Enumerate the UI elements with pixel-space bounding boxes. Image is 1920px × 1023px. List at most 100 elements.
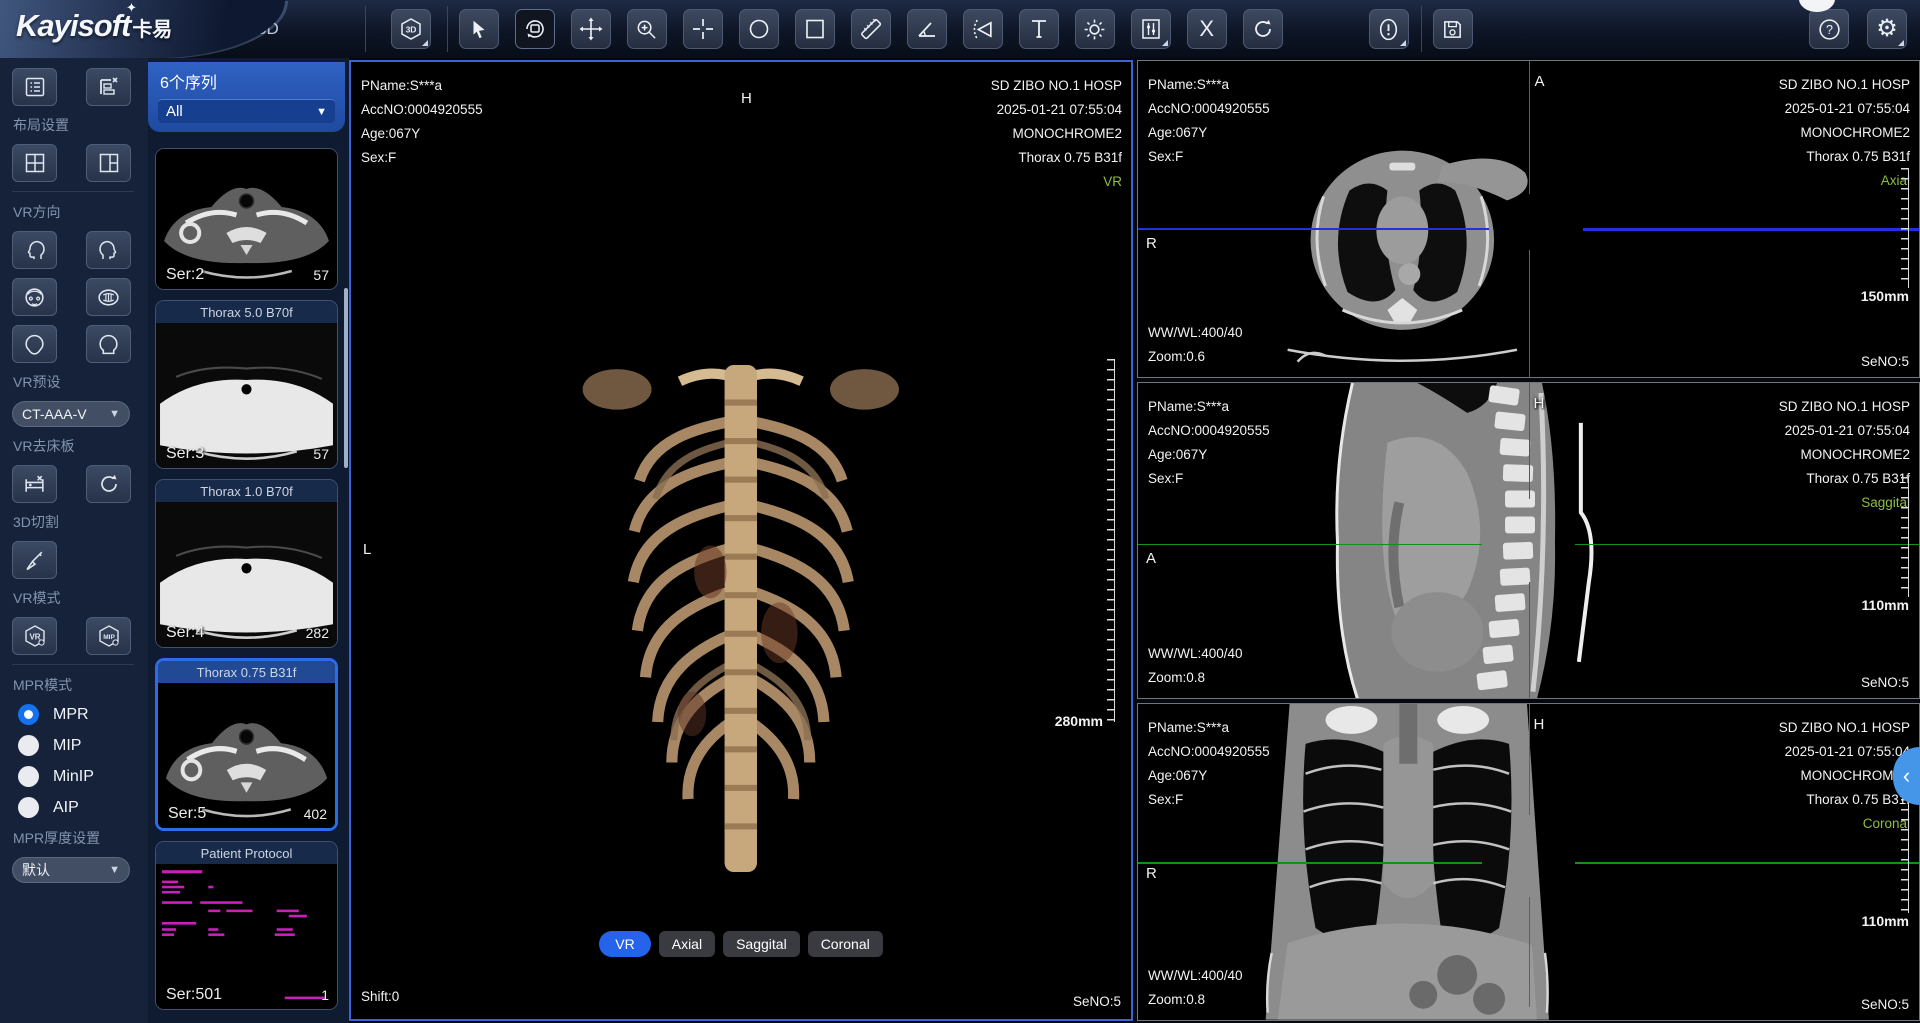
- radio-icon: [18, 735, 39, 756]
- crosshair-tool-button[interactable]: [683, 9, 723, 49]
- cursor-icon: [468, 18, 490, 40]
- ruler-tool-button[interactable]: [851, 9, 891, 49]
- cut-3d-button[interactable]: [12, 541, 57, 579]
- vr-head-front-button[interactable]: [12, 325, 57, 363]
- dropdown-corner: [1400, 40, 1406, 46]
- mpr-thickness-select[interactable]: 默认 ▼: [12, 857, 130, 883]
- vr-button[interactable]: VR: [599, 931, 650, 957]
- brightness-tool-button[interactable]: [1075, 9, 1115, 49]
- toolbar-separator: [447, 6, 448, 52]
- series-item-501[interactable]: Patient Protocol: [155, 841, 338, 1010]
- image-count: 57: [313, 446, 329, 462]
- layout-split-button[interactable]: [86, 144, 131, 182]
- cursor-tool-button[interactable]: [459, 9, 499, 49]
- series-number: Ser:2: [166, 266, 204, 284]
- vr-head-left-button[interactable]: [12, 231, 57, 269]
- crosshair-vertical[interactable]: [1529, 250, 1531, 376]
- axial-viewport[interactable]: PName:S***a AccNO:0004920555 Age:067Y Se…: [1137, 60, 1920, 378]
- series-item-4[interactable]: Thorax 1.0 B70f Ser:4 282: [155, 479, 338, 648]
- close-tool-button[interactable]: X: [1187, 9, 1227, 49]
- crosshair-horizontal[interactable]: [1138, 544, 1482, 546]
- vr-mode-button[interactable]: VR: [12, 617, 57, 655]
- vr-head-top-button[interactable]: [12, 278, 57, 316]
- vr-preset-select[interactable]: CT-AAA-V ▼: [12, 401, 130, 427]
- layout-grid-button[interactable]: [12, 144, 57, 182]
- crosshair-vertical[interactable]: [1529, 704, 1531, 814]
- viewer-app: ✦ Kayisoft卡易 3D 3D: [0, 0, 1920, 1023]
- series-item-3[interactable]: Thorax 5.0 B70f Ser:3 57: [155, 300, 338, 469]
- window-level-value: WW/WL:400/40: [1148, 321, 1243, 345]
- mpr-mode-radio-aip[interactable]: AIP: [18, 797, 148, 818]
- mpr-mode-radio-minip[interactable]: MinIP: [18, 766, 148, 787]
- bed-reset-button[interactable]: [86, 465, 131, 503]
- scale-ruler: [1901, 168, 1909, 288]
- orientation-marker-left: A: [1146, 550, 1156, 567]
- patient-name: PName:S***a: [1148, 716, 1270, 740]
- series-title: Thorax 1.0 B70f: [156, 480, 337, 502]
- text-icon: [1027, 17, 1051, 41]
- crosshair-horizontal[interactable]: [1575, 862, 1919, 864]
- angle-tool-button[interactable]: [907, 9, 947, 49]
- series-description: Thorax 0.75 B31f: [991, 146, 1122, 170]
- patient-accno: AccNO:0004920555: [1148, 97, 1270, 121]
- rotate-3d-tool-button[interactable]: [515, 9, 555, 49]
- cobb-angle-tool-button[interactable]: [963, 9, 1003, 49]
- coronal-button[interactable]: Coronal: [808, 931, 883, 957]
- image-count: 282: [306, 625, 329, 641]
- crosshair-horizontal[interactable]: [1575, 544, 1919, 546]
- crosshair-horizontal[interactable]: [1138, 228, 1489, 230]
- series-scrollbar[interactable]: [344, 288, 348, 468]
- zoom-tool-button[interactable]: [627, 9, 667, 49]
- image-count: 1: [321, 987, 329, 1003]
- series-number: Ser:3: [166, 445, 204, 463]
- crosshair-horizontal[interactable]: [1138, 862, 1482, 864]
- ellipse-tool-button[interactable]: [739, 9, 779, 49]
- vr-hexagon-icon: VR: [22, 623, 48, 649]
- alert-tool-button[interactable]: [1369, 9, 1409, 49]
- window-level-tool-button[interactable]: [1131, 9, 1171, 49]
- chevron-down-icon: ▼: [109, 864, 120, 876]
- crosshair-vertical[interactable]: [1529, 582, 1531, 699]
- series-item-5-selected[interactable]: Thorax 0.75 B31f Ser:5 402: [155, 658, 338, 831]
- text-tool-button[interactable]: [1019, 9, 1059, 49]
- series-item-2[interactable]: Ser:2 57: [155, 148, 338, 290]
- crosshair-vertical[interactable]: [1529, 61, 1531, 194]
- hospital-name: SD ZIBO NO.1 HOSP: [1779, 73, 1910, 97]
- hospital-name: SD ZIBO NO.1 HOSP: [1779, 395, 1910, 419]
- coronal-viewport[interactable]: PName:S***a AccNO:0004920555 Age:067Y Se…: [1137, 703, 1920, 1021]
- saggital-button[interactable]: Saggital: [723, 931, 800, 957]
- view-type-label: VR: [991, 170, 1122, 194]
- photometric: MONOCHROME2: [991, 122, 1122, 146]
- vr-rendering-image[interactable]: [538, 311, 944, 914]
- mpr-mode-radio-mpr[interactable]: MPR: [18, 704, 148, 725]
- crosshair-horizontal[interactable]: [1583, 228, 1919, 230]
- vr-head-right-button[interactable]: [86, 231, 131, 269]
- vr-head-bottom-button[interactable]: [86, 278, 131, 316]
- crosshair-vertical[interactable]: [1529, 383, 1531, 500]
- mpr-column: PName:S***a AccNO:0004920555 Age:067Y Se…: [1137, 60, 1920, 1021]
- pan-tool-button[interactable]: [571, 9, 611, 49]
- settings-button[interactable]: ⚙: [1867, 9, 1907, 49]
- volume-3d-button[interactable]: 3D: [391, 9, 431, 49]
- patient-info-block: PName:S***a AccNO:0004920555 Age:067Y Se…: [1148, 716, 1270, 812]
- series-number-label: SeNO:5: [1073, 994, 1121, 1009]
- scale-value: 150mm: [1861, 288, 1909, 304]
- vr-viewport[interactable]: PName:S***a AccNO:0004920555 Age:067Y Se…: [349, 60, 1133, 1021]
- mip-mode-button[interactable]: MIP: [86, 617, 131, 655]
- saggital-viewport[interactable]: PName:S***a AccNO:0004920555 Age:067Y Se…: [1137, 382, 1920, 700]
- vr-head-back-button[interactable]: [86, 325, 131, 363]
- series-filter-select[interactable]: All ▼: [158, 99, 335, 123]
- layout-list-button[interactable]: [12, 68, 57, 106]
- layout-close-button[interactable]: [86, 68, 131, 106]
- help-button[interactable]: ?: [1809, 9, 1849, 49]
- patient-name: PName:S***a: [1148, 73, 1270, 97]
- reset-tool-button[interactable]: [1243, 9, 1283, 49]
- save-tool-button[interactable]: [1433, 9, 1473, 49]
- mpr-mode-radio-mip[interactable]: MIP: [18, 735, 148, 756]
- rectangle-tool-button[interactable]: [795, 9, 835, 49]
- crosshair-vertical[interactable]: [1529, 897, 1531, 1008]
- patient-accno: AccNO:0004920555: [1148, 740, 1270, 764]
- remove-bed-button[interactable]: [12, 465, 57, 503]
- axial-button[interactable]: Axial: [659, 931, 715, 957]
- svg-text:VR: VR: [29, 633, 40, 642]
